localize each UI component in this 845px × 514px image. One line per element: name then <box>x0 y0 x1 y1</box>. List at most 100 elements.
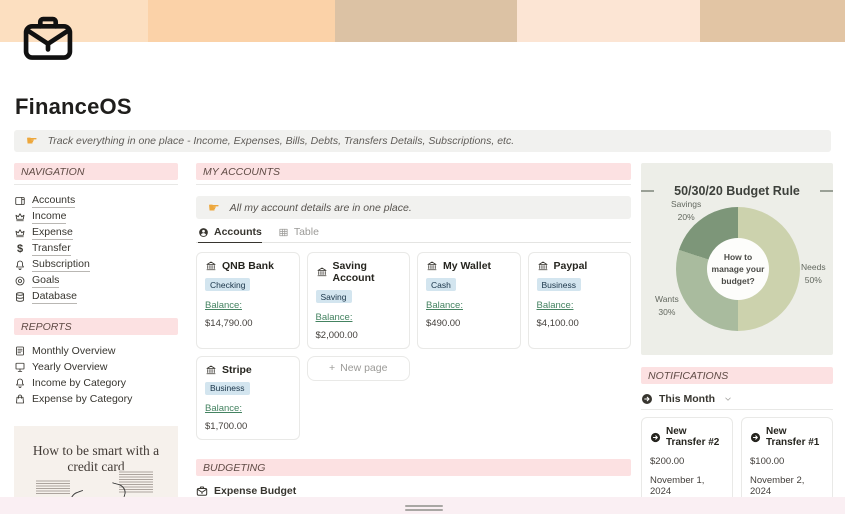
document-icon <box>14 345 26 357</box>
sidebar-item-transfer[interactable]: $ Transfer <box>14 241 178 257</box>
transfer-amount: $100.00 <box>750 456 785 467</box>
sidebar-item-expense[interactable]: Expense <box>14 225 178 241</box>
account-type-tag: Checking <box>205 278 251 291</box>
accounts-callout: ☛ All my account details are in one plac… <box>196 196 631 219</box>
title-dash <box>820 190 833 192</box>
page-title: FinanceOS <box>15 94 132 119</box>
main-column: MY ACCOUNTS ☛ All my account details are… <box>196 163 631 514</box>
account-type-tag: Business <box>536 278 581 291</box>
balance-label: Balance: <box>205 403 242 414</box>
sidebar-item-database[interactable]: Database <box>14 289 178 305</box>
notifications-header: NOTIFICATIONS <box>641 367 833 384</box>
pointing-finger-icon: ☛ <box>26 133 38 148</box>
my-accounts-header: MY ACCOUNTS <box>196 163 631 180</box>
account-type-tag: Business <box>205 381 250 395</box>
balance-value: $490.00 <box>426 317 461 329</box>
person-icon <box>198 227 209 238</box>
divider <box>14 184 178 185</box>
expense-budget-group[interactable]: Expense Budget <box>196 485 631 497</box>
account-type-tag: Saving <box>315 290 352 303</box>
tab-accounts[interactable]: Accounts <box>198 226 262 243</box>
card-icon <box>14 195 26 207</box>
title-dash <box>641 190 654 192</box>
sidebar-item-accounts[interactable]: Accounts <box>14 193 178 209</box>
sidebar-item-monthly-overview[interactable]: Monthly Overview <box>14 343 178 359</box>
sidebar-item-goals[interactable]: Goals <box>14 273 178 289</box>
divider <box>641 409 833 410</box>
slice-label-savings: Savings 20% <box>671 199 702 222</box>
budgeting-header: BUDGETING <box>196 459 631 476</box>
accounts-callout-text: All my account details are in one place. <box>229 201 412 214</box>
reports-header: REPORTS <box>14 318 178 335</box>
donut-chart: How to manage your budget? <box>676 207 800 331</box>
navigation-header: NAVIGATION <box>14 163 178 180</box>
balance-value: $1,700.00 <box>205 421 248 432</box>
cover-banner <box>0 0 845 42</box>
chevron-down-icon[interactable] <box>723 394 733 404</box>
arrow-circle-icon <box>650 432 661 443</box>
bank-icon <box>205 364 217 376</box>
briefcase-icon <box>20 10 76 66</box>
balance-value: $14,790.00 <box>205 317 253 329</box>
right-column: 50/30/20 Budget Rule How to manage your … <box>641 163 833 514</box>
promo-note <box>36 479 70 495</box>
chart-title: 50/30/20 Budget Rule <box>674 184 800 198</box>
arrow-circle-icon <box>750 432 761 443</box>
slice-label-needs: Needs 50% <box>801 262 826 285</box>
balance-label: Balance: <box>536 299 574 311</box>
arrow-circle-icon <box>641 393 653 405</box>
budget-rule-chart: 50/30/20 Budget Rule How to manage your … <box>641 163 833 355</box>
balance-label: Balance: <box>315 311 353 323</box>
account-type-tag: Cash <box>426 278 456 291</box>
divider <box>196 184 631 185</box>
reports-list: Monthly Overview Yearly Overview Income … <box>14 343 178 407</box>
donut-center-text: How to manage your budget? <box>707 238 769 300</box>
transfer-amount: $200.00 <box>650 456 685 467</box>
database-icon <box>14 291 26 303</box>
promo-title: How to be smart with a credit card <box>32 443 160 474</box>
account-card-saving-account[interactable]: Saving Account Saving Balance: $2,000.00 <box>306 252 410 349</box>
sidebar-item-income-by-category[interactable]: Income by Category <box>14 375 178 391</box>
sidebar-item-expense-by-category[interactable]: Expense by Category <box>14 391 178 407</box>
crown-icon <box>14 211 26 223</box>
balance-value: $2,000.00 <box>315 329 358 341</box>
presentation-icon <box>14 361 26 373</box>
this-month-toggle[interactable]: This Month <box>641 393 833 405</box>
sidebar-item-subscription[interactable]: Subscription <box>14 257 178 273</box>
sidebar: NAVIGATION Accounts Income Expense $ Tran… <box>14 163 178 514</box>
table-grid-icon <box>278 227 289 238</box>
briefcase-small-icon <box>196 485 208 497</box>
resize-handle[interactable] <box>405 503 443 511</box>
account-card-grid: QNB Bank Checking Balance: $14,790.00 Sa… <box>196 252 631 440</box>
account-card-stripe[interactable]: Stripe Business Balance: $1,700.00 <box>196 355 300 440</box>
slice-label-wants: Wants 30% <box>655 294 679 317</box>
sidebar-item-income[interactable]: Income <box>14 209 178 225</box>
pointing-finger-icon: ☛ <box>208 199 220 215</box>
page-callout: ☛ Track everything in one place - Income… <box>14 130 831 152</box>
account-card-qnb-bank[interactable]: QNB Bank Checking Balance: $14,790.00 <box>196 252 300 349</box>
balance-value: $4,100.00 <box>536 317 579 329</box>
transfer-date: November 2, 2024 <box>750 475 805 497</box>
dollar-icon: $ <box>16 243 24 255</box>
new-page-button[interactable]: + New page <box>306 355 410 381</box>
navigation-list: Accounts Income Expense $ Transfer Subscr… <box>14 193 178 305</box>
sidebar-item-yearly-overview[interactable]: Yearly Overview <box>14 359 178 375</box>
bank-icon <box>205 260 217 272</box>
transfer-date: November 1, 2024 <box>650 475 705 497</box>
bank-icon <box>316 266 328 278</box>
bell-icon <box>14 259 26 271</box>
balance-label: Balance: <box>426 299 463 311</box>
crown-icon <box>14 227 26 239</box>
target-icon <box>14 275 26 287</box>
account-card-paypal[interactable]: Paypal Business Balance: $4,100.00 <box>527 252 631 349</box>
accounts-view-tabs: Accounts Table <box>196 226 631 243</box>
bank-icon <box>537 260 549 272</box>
bag-icon <box>14 393 26 405</box>
bank-icon <box>426 260 438 272</box>
account-card-my-wallet[interactable]: My Wallet Cash Balance: $490.00 <box>417 252 521 349</box>
balance-label: Balance: <box>205 299 242 311</box>
plus-icon: + <box>329 362 336 374</box>
page-callout-text: Track everything in one place - Income, … <box>47 135 515 147</box>
tab-table[interactable]: Table <box>278 226 319 242</box>
bell-icon <box>14 377 26 389</box>
